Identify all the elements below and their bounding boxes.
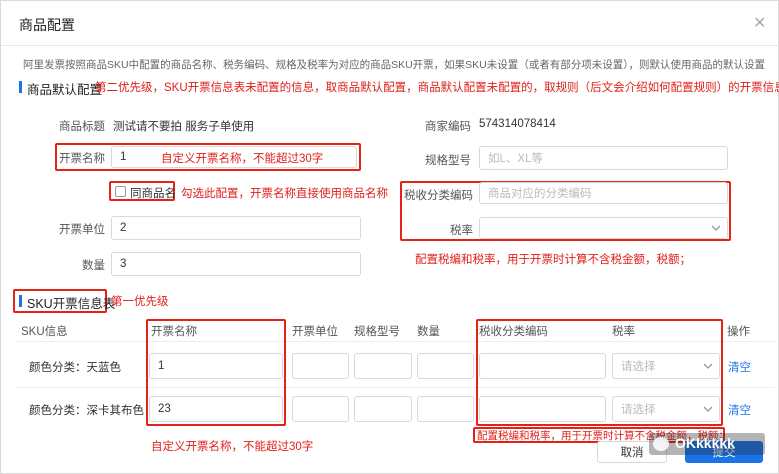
product-config-modal: 商品配置 ✕ 阿里发票按照商品SKU中配置的商品名称、税务编码、规格及税率为对应… [0,0,779,474]
default-section-annotation: 第二优先级，SKU开票信息表未配置的信息，取商品默认配置，商品默认配置未配置的，… [95,82,779,94]
same-name-checkbox[interactable] [115,186,126,197]
wechat-icon [653,437,669,451]
th-sku: SKU信息 [21,326,68,338]
invoice-name-value: 1 [120,151,127,163]
spec-placeholder: 如L、XL等 [488,153,543,165]
sku-row-2-qty-input[interactable] [417,396,474,422]
tax-rate-select[interactable] [479,217,728,239]
th-spec: 规格型号 [354,326,400,338]
modal-title: 商品配置 [19,17,75,33]
sku-row-2-unit-input[interactable] [292,396,349,422]
product-title-value: 测试请不要拍 服务子单使用 [113,121,255,133]
qty-input[interactable]: 3 [111,252,361,276]
invoice-name-note: 自定义开票名称，不能超过30字 [161,153,324,165]
tax-code-input[interactable]: 商品对应的分类编码 [479,182,728,204]
merchant-code-label: 商家编码 [425,121,471,133]
invoice-name-label: 开票名称 [59,153,105,165]
section-bar [19,81,22,93]
qty-label: 数量 [82,260,105,272]
merchant-code-value: 574314078414 [479,118,556,130]
spec-label: 规格型号 [425,155,471,167]
notice-text: 阿里发票按照商品SKU中配置的商品名称、税务编码、规格及税率为对应的商品SKU开… [23,59,766,71]
sku-row-2-sku: 颜色分类：深卡其布色 [29,405,144,417]
spec-input[interactable]: 如L、XL等 [479,146,728,170]
unit-value: 2 [120,222,127,234]
sku-row-1-spec-input[interactable] [354,353,412,379]
sku-row-1-qty-input[interactable] [417,353,474,379]
sku-section-title: SKU开票信息表 [27,297,116,311]
qty-value: 3 [120,258,127,270]
chevron-down-icon [711,225,721,231]
sku-row-1-unit-input[interactable] [292,353,349,379]
tax-code-label: 税收分类编码 [404,190,473,202]
sku-name-note: 自定义开票名称，不能超过30字 [151,441,314,453]
sku-row-1-clear-link[interactable]: 清空 [728,359,751,375]
th-unit: 开票单位 [292,326,338,338]
default-section-title: 商品默认配置 [27,83,103,97]
product-title-label: 商品标题 [59,121,105,133]
sku-row-1-sku: 颜色分类：天蓝色 [29,362,121,374]
sku-row-2-spec-input[interactable] [354,396,412,422]
sku-section-annotation: 第一优先级 [111,296,169,308]
watermark-text: OKkkkkk [675,435,735,451]
sku-row-2-clear-link[interactable]: 清空 [728,402,751,418]
header-divider [1,45,779,46]
tax-config-note: 配置税编和税率，用于开票时计算不含税金额，税额； [415,254,691,266]
annotation-box-sku-name [146,319,286,426]
unit-label: 开票单位 [59,224,105,236]
th-qty: 数量 [417,326,440,338]
section-bar [19,295,22,307]
same-name-note: 勾选此配置，开票名称直接使用商品名称 [181,188,388,200]
unit-input[interactable]: 2 [111,216,361,240]
same-name-label: 同商品名 [130,188,176,200]
close-icon[interactable]: ✕ [753,13,766,33]
tax-rate-label: 税率 [450,225,473,237]
annotation-box-sku-tax [476,319,723,426]
tax-code-placeholder: 商品对应的分类编码 [488,188,592,200]
th-ops: 操作 [727,326,750,338]
